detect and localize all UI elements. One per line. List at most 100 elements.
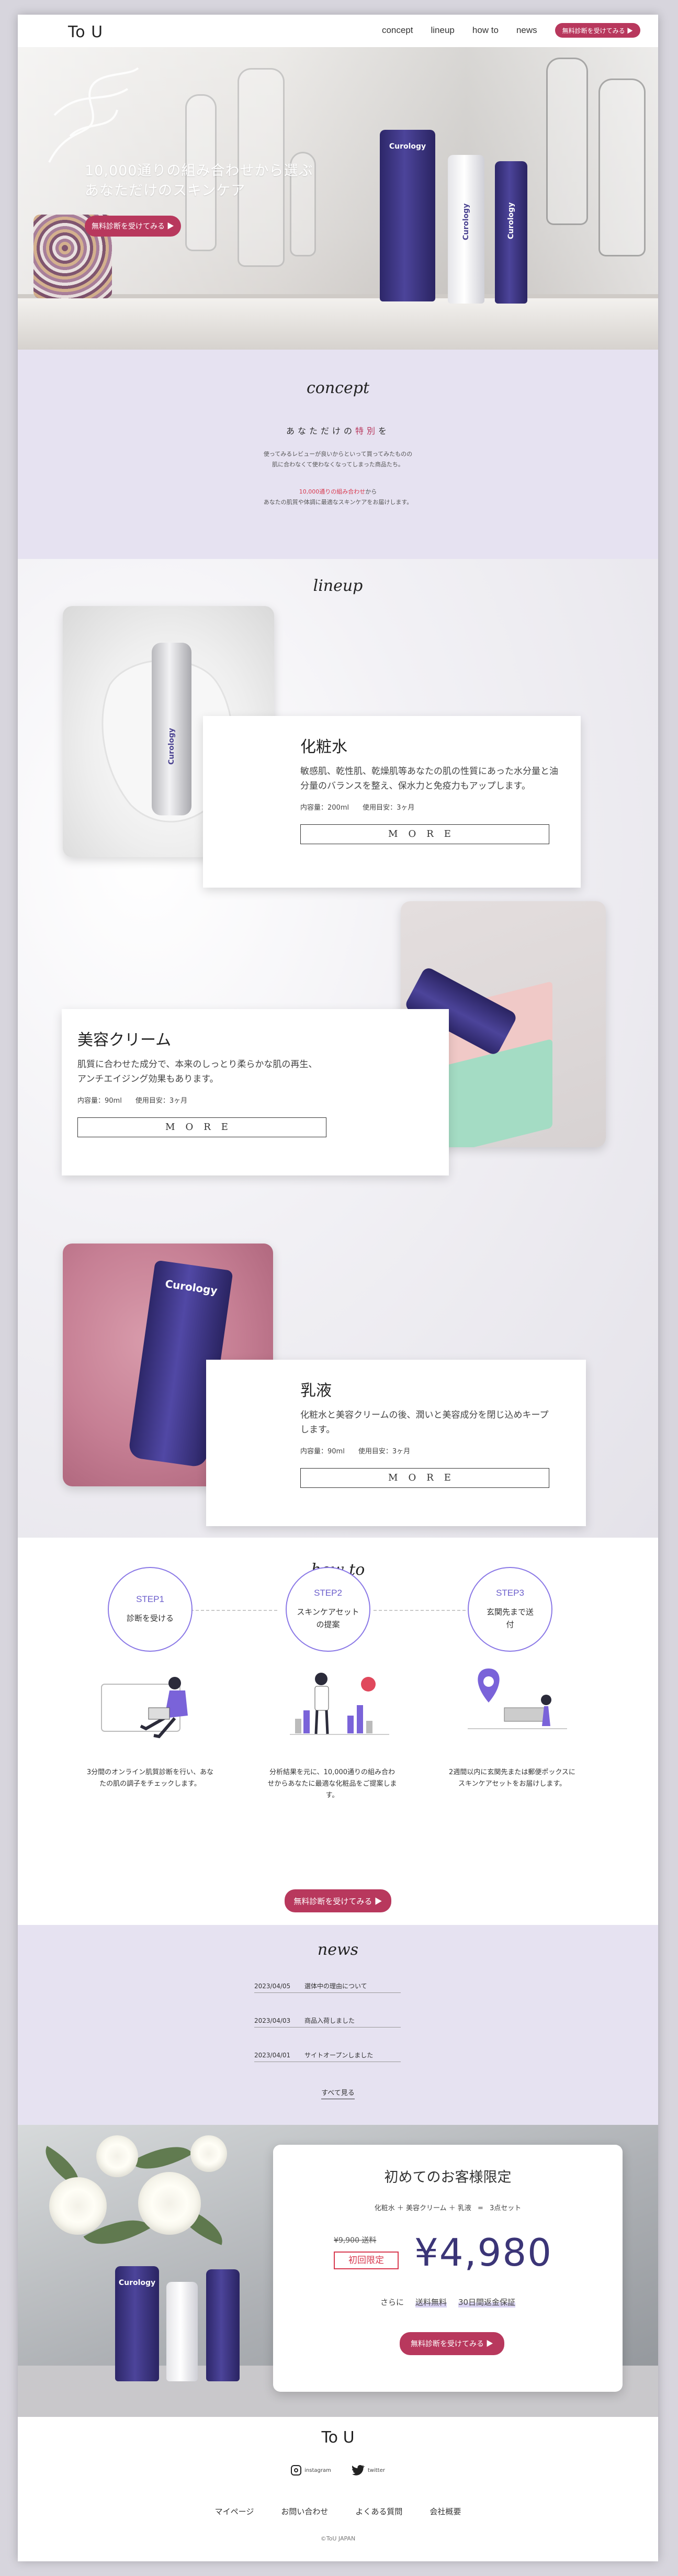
- toner-card: 化粧水 敏感肌、乾性肌、乾燥肌等あなたの肌の性質にあった水分量と油分量のバランス…: [203, 716, 581, 888]
- hero-line-1: 10,000通りの組み合わせから選ぶ: [85, 163, 313, 179]
- product-bottle-toner: Curology: [448, 155, 484, 304]
- footer-link-mypage[interactable]: マイページ: [215, 2506, 254, 2517]
- glass-vase-right: [598, 79, 646, 256]
- cream-description: 肌質に合わせた成分で、本来のしっとり柔らかな肌の再生、アンチエイジング効果もあり…: [77, 1059, 318, 1084]
- news-text: サイトオープンしました: [304, 2052, 374, 2059]
- concept-subtitle-pre: あなただけの: [286, 426, 355, 436]
- step-2-label: スキンケアセットの提案: [297, 1607, 359, 1629]
- toner-name: 化粧水: [300, 738, 347, 756]
- hero-copy: 10,000通りの組み合わせから選ぶ あなただけのスキンケア: [85, 161, 313, 201]
- news-text: 選体中の理由について: [304, 1983, 367, 1990]
- toner-description: 敏感肌、乾性肌、乾燥肌等あなたの肌の性質にあった水分量と油分量のバランスを整え、…: [300, 766, 558, 791]
- promo-refund: 30日間返金保証: [458, 2297, 516, 2308]
- footer-link-company[interactable]: 会社概要: [430, 2506, 461, 2517]
- twitter-label: twitter: [367, 2467, 385, 2473]
- glass-bottle-right: [546, 58, 588, 225]
- lotion-description: 化粧水と美容クリームの後、潤いと美容成分を閉じ込めキープします。: [300, 1410, 549, 1435]
- cream-spec: 内容量：90ml 使用目安：3ヶ月: [77, 1097, 188, 1105]
- news-item[interactable]: 2023/04/03 商品入荷しました: [254, 2014, 401, 2028]
- twitter-link[interactable]: twitter: [352, 2465, 385, 2476]
- promo-product-cream: [206, 2269, 240, 2381]
- product-tube-cream: Curology: [380, 130, 435, 301]
- flower: [190, 2135, 227, 2172]
- cream-more-button[interactable]: MORE: [77, 1117, 326, 1137]
- promo-product-lotion: Curology: [115, 2266, 159, 2381]
- step-2-description: 分析結果を元に、10,000通りの組み合わせからあなたに最適な化粧品をご提案しま…: [267, 1768, 397, 1799]
- news-text: 商品入荷しました: [304, 2017, 355, 2024]
- nav-how-to[interactable]: how to: [472, 25, 499, 36]
- copyright: ©ToU JAPAN: [320, 2535, 356, 2542]
- promo-extras: さらに 送料無料 30日間返金保証: [273, 2297, 623, 2308]
- lineup-title: lineup: [313, 577, 363, 595]
- concept-title: concept: [307, 379, 369, 397]
- news-date: 2023/04/03: [254, 2017, 291, 2024]
- nav-news[interactable]: news: [516, 25, 537, 36]
- news-item[interactable]: 2023/04/01 サイトオープンしました: [254, 2048, 401, 2062]
- page: To U concept lineup how to news 無料診断を受けて…: [18, 15, 658, 2561]
- concept-p2-accent: 10,000通りの組み合わせ: [299, 488, 366, 495]
- hero-diagnosis-button[interactable]: 無料診断を受けてみる ▶: [85, 216, 181, 237]
- step-1-label: 診断を受ける: [126, 1614, 174, 1623]
- site-header: To U concept lineup how to news 無料診断を受けて…: [18, 15, 658, 47]
- toner-spec: 内容量：200ml 使用目安：3ヶ月: [300, 804, 415, 812]
- promo-badge: 初回限定: [334, 2252, 399, 2269]
- nav-lineup[interactable]: lineup: [431, 25, 455, 36]
- flower: [138, 2172, 201, 2235]
- site-logo[interactable]: To U: [68, 23, 103, 41]
- concept-p2-line2: あなたの肌質や体調に最適なスキンケアをお届けします。: [263, 499, 413, 506]
- nav-concept[interactable]: concept: [382, 25, 413, 36]
- news-see-all-link[interactable]: すべて見る: [321, 2089, 355, 2099]
- news-item[interactable]: 2023/04/05 選体中の理由について: [254, 1979, 401, 1993]
- shelf: [18, 298, 658, 350]
- news-see-all: すべて見る: [18, 2087, 658, 2099]
- hero-line-2: あなただけのスキンケア: [85, 183, 246, 199]
- main-nav: concept lineup how to news 無料診断を受けてみる ▶: [382, 23, 640, 38]
- step-1-description: 3分間のオンライン肌質診断を行い、あなたの肌の調子をチェックします。: [86, 1768, 214, 1788]
- lotion-spec: 内容量：90ml 使用目安：3ヶ月: [300, 1448, 411, 1455]
- cream-card: 美容クリーム 肌質に合わせた成分で、本来のしっとり柔らかな肌の再生、アンチエイジ…: [62, 1009, 449, 1175]
- flower: [96, 2135, 138, 2177]
- promo-offer-card: 初めてのお客様限定 化粧水 ＋ 美容クリーム ＋ 乳液 = 3点セット ¥9,9…: [273, 2145, 623, 2392]
- social-links: instagram twitter: [18, 2465, 658, 2476]
- lineup-section: lineup Curology 化粧水 敏感肌、乾性肌、乾燥肌等あなたの肌の性質…: [18, 559, 658, 1538]
- instagram-label: instagram: [304, 2467, 331, 2473]
- lotion-more-button[interactable]: MORE: [300, 1468, 549, 1488]
- instagram-icon: [291, 2465, 302, 2476]
- step-3-circle: STEP3 玄関先まで送付: [468, 1567, 552, 1652]
- step-3-number: STEP3: [496, 1588, 524, 1598]
- news-date: 2023/04/01: [254, 2051, 291, 2059]
- toner-more-button[interactable]: MORE: [300, 824, 549, 844]
- toner-bottle: Curology: [152, 643, 191, 815]
- cream-name: 美容クリーム: [77, 1031, 172, 1049]
- howto-diagnosis-button[interactable]: 無料診断を受けてみる ▶: [285, 1889, 391, 1912]
- concept-p1-line1: 使ってみるレビューが良いからといって買ってみたものの: [263, 451, 413, 457]
- footer-links: マイページ お問い合わせ よくある質問 会社概要: [18, 2506, 658, 2517]
- promo-set-count: 3点セット: [490, 2204, 522, 2212]
- concept-paragraph-2: 10,000通りの組み合わせから あなたの肌質や体調に最適なスキンケアをお届けし…: [18, 487, 658, 508]
- step-2-circle: STEP2 スキンケアセットの提案: [286, 1567, 370, 1652]
- step-3-description: 2週間以内に玄関先または郵便ポックスにスキンケアセットをお届けします。: [449, 1768, 575, 1788]
- footer-logo[interactable]: To U: [18, 2428, 658, 2447]
- promo-old-price: ¥9,900 送料: [334, 2236, 377, 2245]
- footer-link-contact[interactable]: お問い合わせ: [281, 2506, 328, 2517]
- concept-subtitle: あなただけの特別を: [18, 424, 658, 436]
- person-laptop-illustration: [101, 1677, 188, 1739]
- product-bottle-lotion: Curology: [495, 161, 527, 304]
- promo-free-shipping: 送料無料: [415, 2297, 447, 2308]
- concept-p2-post: から: [365, 488, 377, 495]
- promo-price: ¥4,980: [414, 2231, 552, 2275]
- concept-section: concept あなただけの特別を 使ってみるレビューが良いからといって買ってみ…: [18, 350, 658, 559]
- instagram-link[interactable]: instagram: [291, 2465, 331, 2476]
- news-section: news 2023/04/05 選体中の理由について 2023/04/03 商品…: [18, 1925, 658, 2125]
- twitter-icon: [352, 2465, 365, 2476]
- promo-set-items: 化粧水 ＋ 美容クリーム ＋ 乳液: [374, 2204, 471, 2212]
- promo-set: 化粧水 ＋ 美容クリーム ＋ 乳液 = 3点セット: [374, 2204, 522, 2212]
- footer-link-faq[interactable]: よくある質問: [355, 2506, 402, 2517]
- hero-section: Curology Curology Curology 10,000通りの組み合わ…: [18, 47, 658, 350]
- promo-diagnosis-button[interactable]: 無料診断を受けてみる ▶: [400, 2332, 504, 2355]
- delivery-illustration: [468, 1668, 567, 1729]
- decorative-wire-sculpture: [48, 67, 139, 163]
- header-diagnosis-button[interactable]: 無料診断を受けてみる ▶: [555, 23, 640, 38]
- site-footer: To U instagram twitter マイページ お問い合わせ よくある…: [18, 2417, 658, 2561]
- step-1-circle: STEP1 診断を受ける: [108, 1567, 193, 1652]
